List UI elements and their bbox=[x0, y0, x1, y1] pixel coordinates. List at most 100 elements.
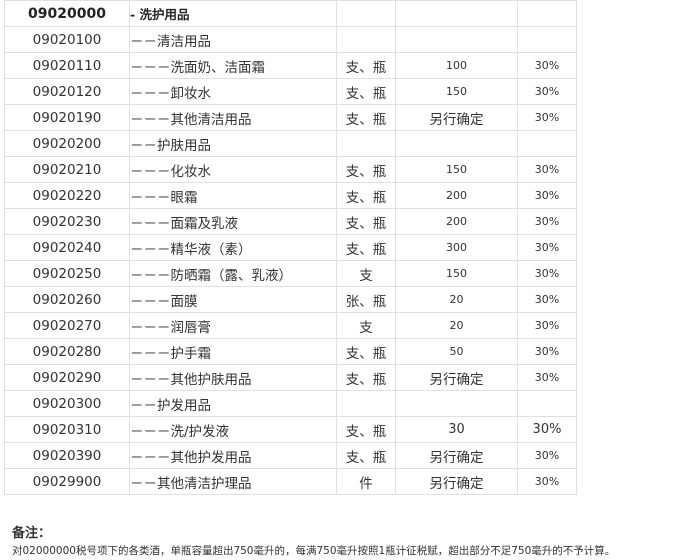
code-cell: 09020300 bbox=[4, 390, 130, 417]
code-cell: 09020230 bbox=[4, 208, 130, 235]
code-cell: 09020110 bbox=[4, 52, 130, 79]
name-cell: －－－其他护发用品 bbox=[129, 442, 337, 469]
name-cell: －－－润唇膏 bbox=[129, 312, 337, 339]
code-cell: 09029900 bbox=[4, 468, 130, 495]
quantity-cell: 另行确定 bbox=[395, 442, 518, 469]
name-cell: －－－洗/护发液 bbox=[129, 416, 337, 443]
unit-cell bbox=[336, 0, 396, 27]
table-row: 09020000- 洗护用品 bbox=[4, 0, 577, 27]
table-row: 09020290 －－－其他护肤用品 支、瓶 另行确定 30% bbox=[4, 364, 577, 391]
note-text: 对02000000税号项下的各类酒，单瓶容量超出750毫升的，每满750毫升按照… bbox=[12, 545, 616, 557]
quantity-cell: 20 bbox=[395, 312, 518, 339]
code-cell: 09020390 bbox=[4, 442, 130, 469]
name-cell: －－－精华液（素） bbox=[129, 234, 337, 261]
rate-cell: 30% bbox=[517, 416, 577, 443]
unit-cell: 支、瓶 bbox=[336, 156, 396, 183]
quantity-cell: 另行确定 bbox=[395, 468, 518, 495]
tariff-table: 09020000- 洗护用品 09020100 －－清洁用品 09020110 －－－洗… bbox=[4, 0, 577, 495]
table-row: 09020240 －－－精华液（素） 支、瓶 300 30% bbox=[4, 234, 577, 261]
quantity-cell: 50 bbox=[395, 338, 518, 365]
name-cell: －－－面膜 bbox=[129, 286, 337, 313]
code-cell: 09020240 bbox=[4, 234, 130, 261]
rate-cell: 30% bbox=[517, 338, 577, 365]
unit-cell: 支、瓶 bbox=[336, 78, 396, 105]
table-row: 09020100 －－清洁用品 bbox=[4, 26, 577, 53]
quantity-cell: 另行确定 bbox=[395, 364, 518, 391]
unit-cell: 支 bbox=[336, 312, 396, 339]
rate-cell: 30% bbox=[517, 182, 577, 209]
rate-cell bbox=[517, 130, 577, 157]
code-cell: 09020250 bbox=[4, 260, 130, 287]
unit-cell: 件 bbox=[336, 468, 396, 495]
code-cell: 09020000 bbox=[4, 0, 130, 27]
rate-cell: 30% bbox=[517, 312, 577, 339]
quantity-cell: 30 bbox=[395, 416, 518, 443]
quantity-cell: 200 bbox=[395, 182, 518, 209]
rate-cell: 30% bbox=[517, 208, 577, 235]
name-cell: －－－眼霜 bbox=[129, 182, 337, 209]
table-row: 09020110 －－－洗面奶、洁面霜 支、瓶 100 30% bbox=[4, 52, 577, 79]
table-row: 09020220 －－－眼霜 支、瓶 200 30% bbox=[4, 182, 577, 209]
quantity-cell: 150 bbox=[395, 260, 518, 287]
rate-cell: 30% bbox=[517, 260, 577, 287]
quantity-cell bbox=[395, 390, 518, 417]
quantity-cell bbox=[395, 0, 518, 27]
table-row: 09020390 －－－其他护发用品 支、瓶 另行确定 30% bbox=[4, 442, 577, 469]
table-row: 09020190 －－－其他清洁用品 支、瓶 另行确定 30% bbox=[4, 104, 577, 131]
name-cell: －－－防晒霜（露、乳液） bbox=[129, 260, 337, 287]
code-cell: 09020270 bbox=[4, 312, 130, 339]
unit-cell: 支、瓶 bbox=[336, 182, 396, 209]
rate-cell: 30% bbox=[517, 78, 577, 105]
unit-cell bbox=[336, 130, 396, 157]
code-cell: 09020310 bbox=[4, 416, 130, 443]
code-cell: 09020260 bbox=[4, 286, 130, 313]
name-cell: －－－其他清洁用品 bbox=[129, 104, 337, 131]
code-cell: 09020120 bbox=[4, 78, 130, 105]
unit-cell: 支、瓶 bbox=[336, 234, 396, 261]
rate-cell: 30% bbox=[517, 442, 577, 469]
unit-cell: 支、瓶 bbox=[336, 364, 396, 391]
name-cell: －－－卸妆水 bbox=[129, 78, 337, 105]
unit-cell: 支、瓶 bbox=[336, 208, 396, 235]
rate-cell: 30% bbox=[517, 468, 577, 495]
unit-cell: 支 bbox=[336, 260, 396, 287]
name-cell: －－－化妆水 bbox=[129, 156, 337, 183]
rate-cell bbox=[517, 26, 577, 53]
name-cell: －－护肤用品 bbox=[129, 130, 337, 157]
name-cell: －－－洗面奶、洁面霜 bbox=[129, 52, 337, 79]
code-cell: 09020100 bbox=[4, 26, 130, 53]
unit-cell: 张、瓶 bbox=[336, 286, 396, 313]
rate-cell bbox=[517, 390, 577, 417]
quantity-cell bbox=[395, 130, 518, 157]
unit-cell: 支、瓶 bbox=[336, 104, 396, 131]
quantity-cell: 100 bbox=[395, 52, 518, 79]
name-cell: －－－其他护肤用品 bbox=[129, 364, 337, 391]
name-cell: －－护发用品 bbox=[129, 390, 337, 417]
code-cell: 09020290 bbox=[4, 364, 130, 391]
rate-cell: 30% bbox=[517, 286, 577, 313]
table-row: 09020270 －－－润唇膏支 20 30% bbox=[4, 312, 577, 339]
quantity-cell: 150 bbox=[395, 156, 518, 183]
rate-cell: 30% bbox=[517, 156, 577, 183]
unit-cell: 支、瓶 bbox=[336, 416, 396, 443]
rate-cell: 30% bbox=[517, 234, 577, 261]
code-cell: 09020190 bbox=[4, 104, 130, 131]
table-row: 09029900 －－其他清洁护理品件另行确定 30% bbox=[4, 468, 577, 495]
unit-cell: 支、瓶 bbox=[336, 338, 396, 365]
code-cell: 09020210 bbox=[4, 156, 130, 183]
table-row: 09020260 －－－面膜 张、瓶 20 30% bbox=[4, 286, 577, 313]
name-cell: - 洗护用品 bbox=[129, 0, 337, 27]
quantity-cell: 另行确定 bbox=[395, 104, 518, 131]
table-row: 09020250 －－－防晒霜（露、乳液）支 150 30% bbox=[4, 260, 577, 287]
quantity-cell: 200 bbox=[395, 208, 518, 235]
rate-cell: 30% bbox=[517, 364, 577, 391]
unit-cell: 支、瓶 bbox=[336, 442, 396, 469]
name-cell: －－清洁用品 bbox=[129, 26, 337, 53]
table-row: 09020300 －－护发用品 bbox=[4, 390, 577, 417]
rate-cell: 30% bbox=[517, 52, 577, 79]
code-cell: 09020200 bbox=[4, 130, 130, 157]
rate-cell: 30% bbox=[517, 104, 577, 131]
code-cell: 09020280 bbox=[4, 338, 130, 365]
table-row: 09020200 －－护肤用品 bbox=[4, 130, 577, 157]
rate-cell bbox=[517, 0, 577, 27]
